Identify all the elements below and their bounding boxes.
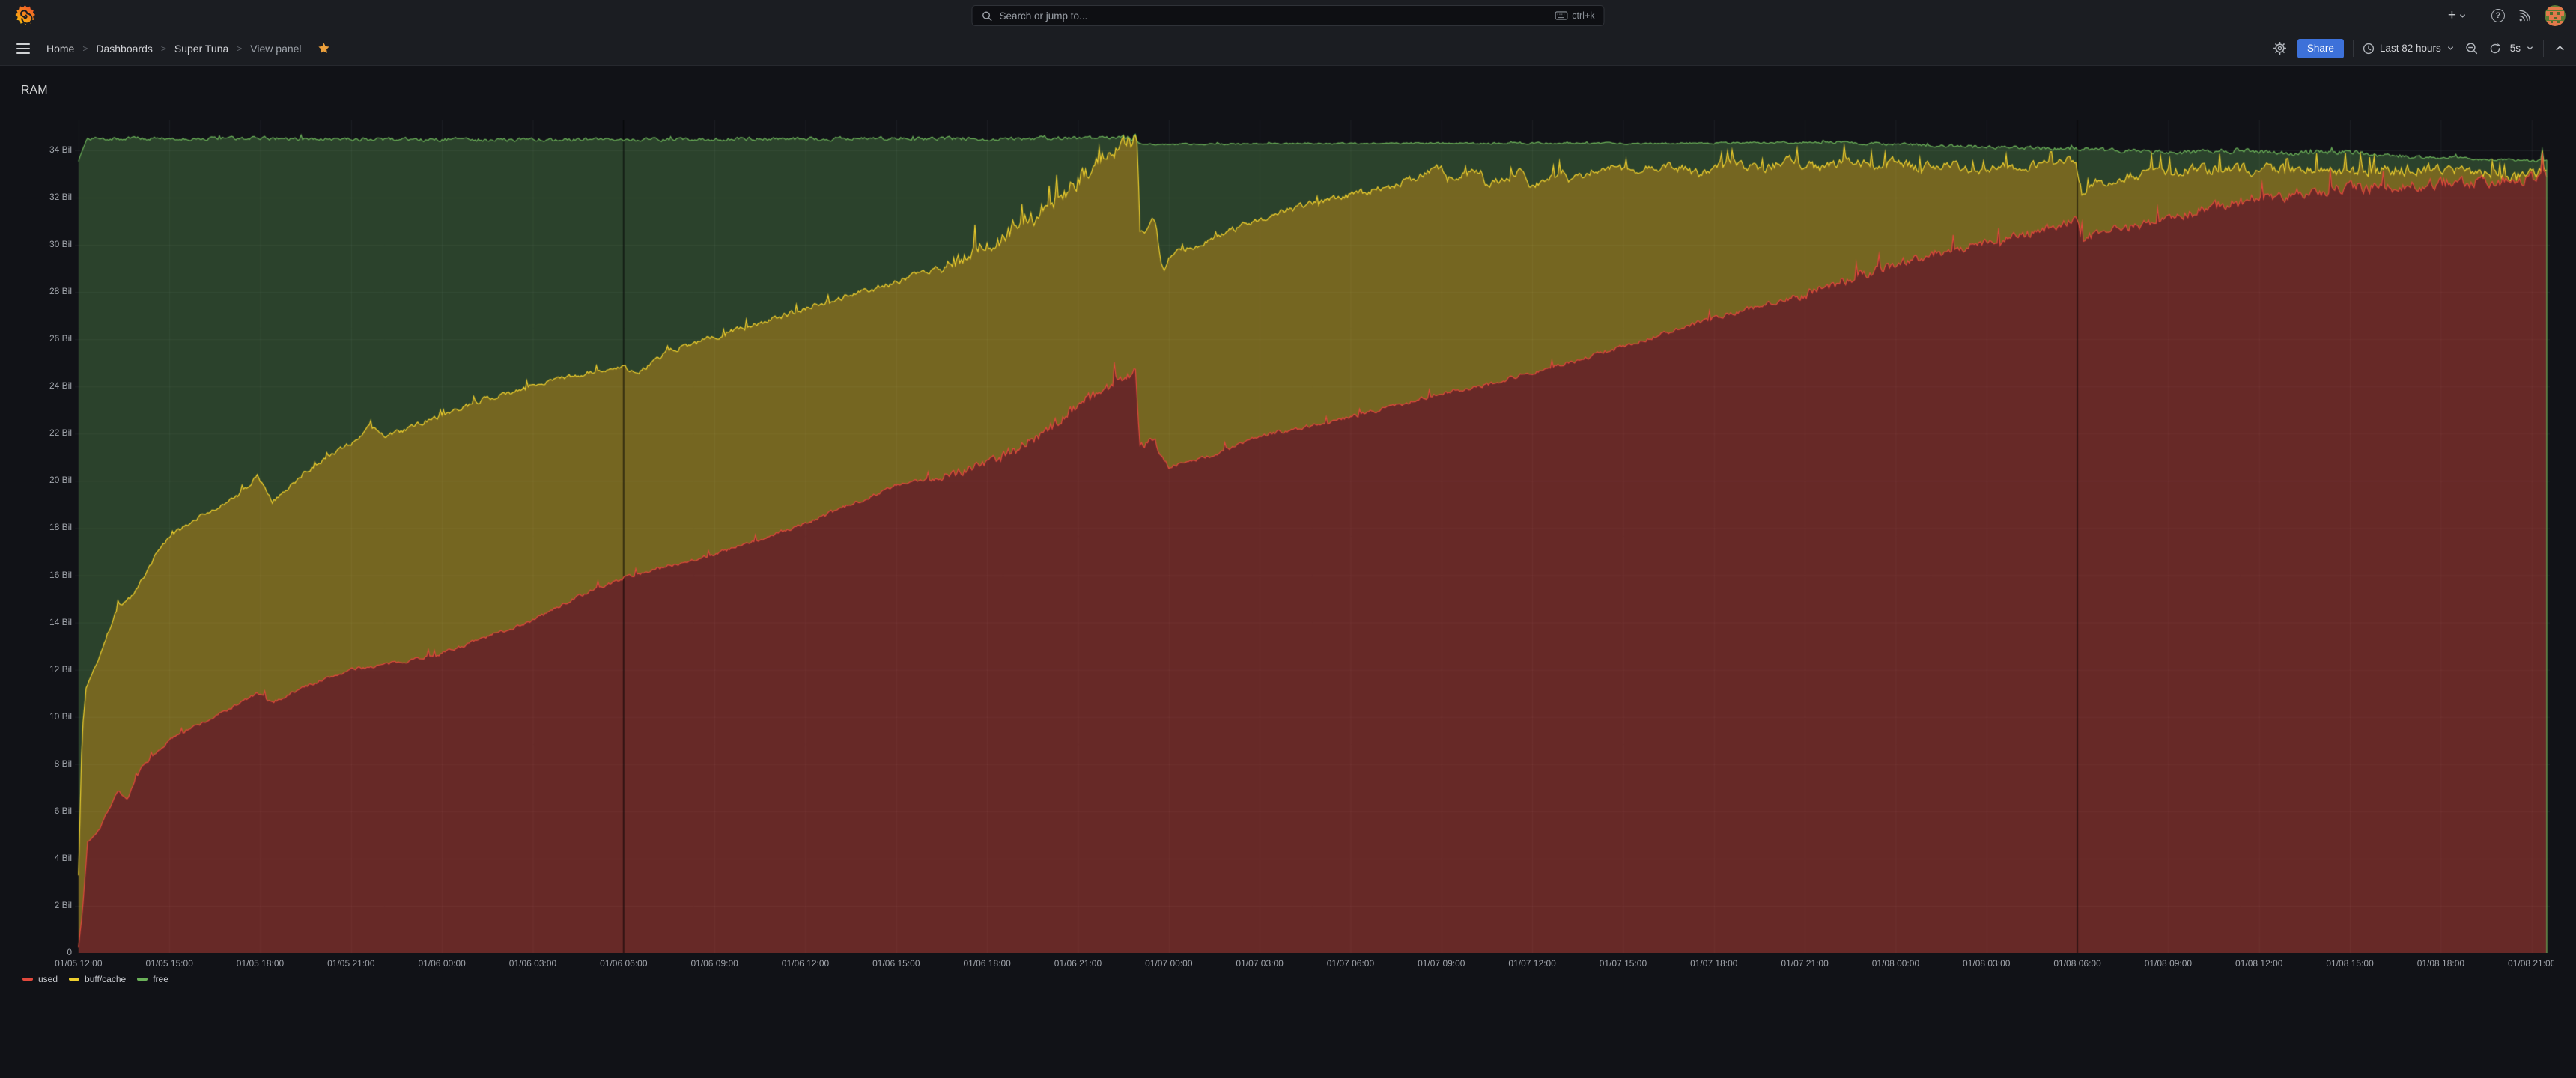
x-axis-label: 01/06 09:00: [690, 958, 738, 969]
x-axis-label: 01/07 18:00: [1690, 958, 1737, 969]
x-axis-label: 01/07 09:00: [1418, 958, 1465, 969]
x-axis-label: 01/06 21:00: [1054, 958, 1102, 969]
x-axis-label: 01/07 15:00: [1600, 958, 1647, 969]
x-axis-labels: 01/05 12:00 01/05 15:00 01/05 18:00 01/05 2…: [0, 0, 2554, 981]
x-axis-label: 01/06 03:00: [509, 958, 556, 969]
collapse-button[interactable]: [2553, 41, 2567, 55]
chart-legend: used buff/cache free: [22, 974, 168, 984]
x-axis-label: 01/07 06:00: [1327, 958, 1374, 969]
x-axis-label: 01/08 09:00: [2145, 958, 2192, 969]
legend-color-used: [22, 978, 33, 981]
x-axis-label: 01/05 12:00: [55, 958, 102, 969]
x-axis-label: 01/08 18:00: [2417, 958, 2464, 969]
x-axis-label: 01/07 00:00: [1145, 958, 1192, 969]
x-axis-label: 01/08 21:00: [2508, 958, 2554, 969]
x-axis-label: 01/07 12:00: [1508, 958, 1555, 969]
x-axis-label: 01/08 03:00: [1963, 958, 2010, 969]
x-axis-label: 01/08 06:00: [2053, 958, 2100, 969]
x-axis-label: 01/07 21:00: [1781, 958, 1828, 969]
x-axis-label: 01/08 12:00: [2235, 958, 2282, 969]
legend-label-used: used: [38, 974, 58, 984]
x-axis-label: 01/06 00:00: [418, 958, 465, 969]
legend-item-used[interactable]: used: [22, 974, 58, 984]
x-axis-label: 01/05 18:00: [237, 958, 284, 969]
x-axis-label: 01/08 00:00: [1872, 958, 1919, 969]
legend-item-free[interactable]: free: [137, 974, 168, 984]
legend-color-buffcache: [69, 978, 79, 981]
legend-color-free: [137, 978, 148, 981]
x-axis-label: 01/06 15:00: [872, 958, 920, 969]
x-axis-label: 01/05 15:00: [145, 958, 192, 969]
legend-label-buffcache: buff/cache: [85, 974, 126, 984]
legend-label-free: free: [153, 974, 168, 984]
legend-item-buffcache[interactable]: buff/cache: [69, 974, 126, 984]
x-axis-label: 01/07 03:00: [1236, 958, 1283, 969]
x-axis-label: 01/06 18:00: [963, 958, 1010, 969]
x-axis-label: 01/06 06:00: [600, 958, 647, 969]
x-axis-label: 01/06 12:00: [782, 958, 829, 969]
x-axis-label: 01/05 21:00: [327, 958, 374, 969]
chevron-up-icon: [2554, 43, 2566, 54]
x-axis-label: 01/08 15:00: [2326, 958, 2373, 969]
